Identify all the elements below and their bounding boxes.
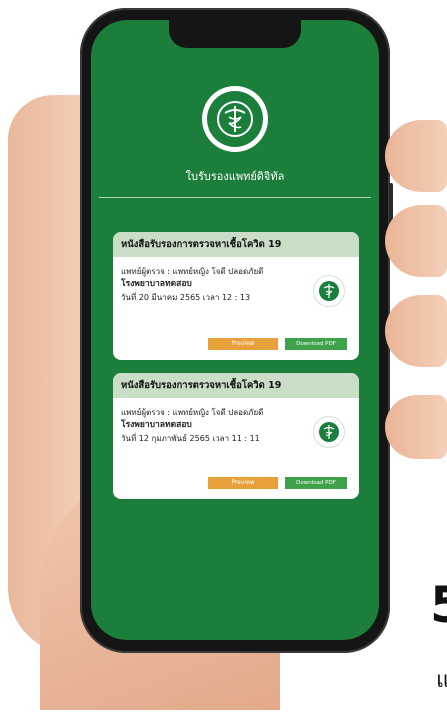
hand-finger (385, 120, 447, 192)
hand-finger (385, 395, 447, 459)
ministry-seal-icon (313, 416, 345, 448)
app-title: ใบรับรองแพทย์ดิจิทัล (185, 170, 285, 183)
smartphone: ใบรับรองแพทย์ดิจิทัล หนังสือรับรองการตรว… (80, 8, 393, 653)
certificate-header: หนังสือรับรองการตรวจหาเชื้อโควิด 19 (113, 232, 359, 257)
certificate-actions: Preview Download PDF (113, 477, 359, 489)
phone-screen: ใบรับรองแพทย์ดิจิทัล หนังสือรับรองการตรว… (91, 20, 379, 640)
download-pdf-button[interactable]: Download PDF (285, 338, 347, 350)
ministry-of-public-health-seal-icon (207, 91, 263, 147)
certificate-actions: Preview Download PDF (113, 338, 359, 350)
certificate-body: แพทย์ผู้ตรวจ : แพทย์หญิง โจดี ปลอดภัยดี … (113, 398, 359, 448)
certificate-card: หนังสือรับรองการตรวจหาเชื้อโควิด 19 แพทย… (113, 232, 359, 360)
doctor-line: แพทย์ผู้ตรวจ : แพทย์หญิง โจดี ปลอดภัยดี (121, 408, 264, 417)
caduceus-icon (319, 281, 339, 301)
overlay-digit: 5 (430, 580, 447, 630)
header-divider (99, 197, 371, 198)
ministry-logo (202, 86, 268, 152)
phone-notch (169, 20, 301, 48)
doctor-line: แพทย์ผู้ตรวจ : แพทย์หญิง โจดี ปลอดภัยดี (121, 267, 264, 276)
preview-button[interactable]: Preview (208, 477, 278, 489)
download-pdf-button[interactable]: Download PDF (285, 477, 347, 489)
preview-button[interactable]: Preview (208, 338, 278, 350)
hand-finger (385, 205, 447, 277)
certificate-header: หนังสือรับรองการตรวจหาเชื้อโควิด 19 (113, 373, 359, 398)
hand-finger (385, 295, 447, 367)
overlay-thai-fragment: แ (436, 668, 447, 693)
caduceus-icon (319, 422, 339, 442)
certificate-body: แพทย์ผู้ตรวจ : แพทย์หญิง โจดี ปลอดภัยดี … (113, 257, 359, 307)
caduceus-icon (217, 101, 253, 137)
ministry-seal-icon (313, 275, 345, 307)
certificate-card: หนังสือรับรองการตรวจหาเชื้อโควิด 19 แพทย… (113, 373, 359, 499)
